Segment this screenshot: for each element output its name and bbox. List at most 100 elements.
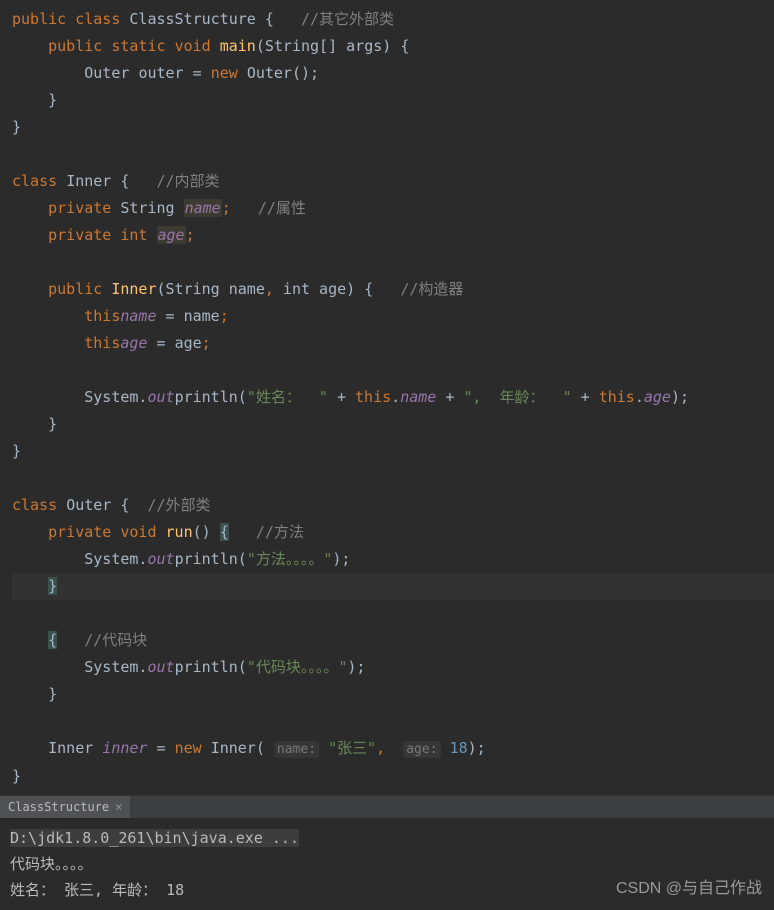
keyword: new — [175, 739, 202, 757]
class-name: Inner — [66, 172, 111, 190]
operator: = — [157, 334, 166, 352]
string: "姓名： " — [247, 388, 328, 406]
method: println — [175, 550, 238, 568]
variable: name — [184, 307, 220, 325]
operator: + — [436, 388, 463, 406]
keyword: class — [75, 10, 120, 28]
tab-label: ClassStructure — [8, 800, 109, 814]
brace: } — [48, 577, 57, 595]
field: name — [184, 199, 222, 217]
run-tab-bar: ClassStructure × — [0, 795, 774, 819]
comment: //方法 — [256, 523, 304, 541]
operator: = — [193, 64, 202, 82]
keyword: class — [12, 172, 57, 190]
keyword: this — [355, 388, 391, 406]
signature: int age) { — [274, 280, 373, 298]
brace: } — [12, 442, 21, 460]
comment: //代码块 — [84, 631, 147, 649]
keyword: this — [84, 307, 120, 325]
variable: age — [175, 334, 202, 352]
class-ref: System. — [84, 550, 147, 568]
keyword: class — [12, 496, 57, 514]
brace: } — [12, 767, 21, 785]
method: run — [166, 523, 193, 541]
comment: //其它外部类 — [301, 10, 394, 28]
comment: //内部类 — [157, 172, 220, 190]
string: "方法。。。。" — [247, 550, 333, 568]
brace: } — [12, 118, 21, 136]
operator: + — [328, 388, 355, 406]
code-content[interactable]: public class ClassStructure { //其它外部类 pu… — [2, 6, 774, 790]
field: inner — [102, 739, 147, 757]
comment: //构造器 — [400, 280, 463, 298]
signature: () — [193, 523, 211, 541]
keyword: private — [48, 226, 111, 244]
string: ", 年龄： " — [463, 388, 571, 406]
brace: { — [120, 496, 129, 514]
signature: (String name — [157, 280, 265, 298]
brace: { — [265, 10, 274, 28]
run-tab[interactable]: ClassStructure × — [0, 796, 130, 818]
static-field: out — [147, 658, 174, 676]
keyword: private — [48, 199, 111, 217]
operator: + — [572, 388, 599, 406]
comma: , — [376, 739, 385, 757]
dot: . — [635, 388, 644, 406]
class-ref: System. — [84, 388, 147, 406]
ctor-call: Outer(); — [247, 64, 319, 82]
keyword: public — [48, 37, 102, 55]
type: String — [120, 199, 174, 217]
brace: { — [120, 172, 129, 190]
comment: //属性 — [258, 199, 306, 217]
type: int — [120, 226, 147, 244]
keyword: this — [599, 388, 635, 406]
field: age — [157, 226, 186, 244]
string: "张三" — [328, 739, 376, 757]
keyword: public — [12, 10, 66, 28]
comma: , — [265, 280, 274, 298]
brace: } — [48, 415, 57, 433]
static-field: out — [147, 550, 174, 568]
ctor-call: Inner( — [211, 739, 265, 757]
watermark-text: CSDN @与自己作战 — [616, 874, 762, 898]
operator: = — [166, 307, 175, 325]
method-name: main — [220, 37, 256, 55]
ctor: Inner — [111, 280, 156, 298]
paren: ); — [468, 739, 486, 757]
class-ref: System. — [84, 658, 147, 676]
code-editor[interactable]: public class ClassStructure { //其它外部类 pu… — [0, 0, 774, 795]
paren: ( — [238, 388, 247, 406]
paren: ( — [238, 550, 247, 568]
keyword: void — [120, 523, 156, 541]
string: "代码块。。。。" — [247, 658, 348, 676]
field: name — [400, 388, 436, 406]
comment: //外部类 — [147, 496, 210, 514]
number: 18 — [450, 739, 468, 757]
param-hint: name: — [274, 741, 319, 758]
keyword: void — [175, 37, 211, 55]
static-field: out — [147, 388, 174, 406]
semi: ; — [222, 199, 231, 217]
console-command: D:\jdk1.8.0_261\bin\java.exe ... — [10, 829, 299, 847]
method: println — [175, 658, 238, 676]
brace: { — [220, 523, 229, 541]
semi: ; — [220, 307, 229, 325]
close-icon[interactable]: × — [115, 800, 122, 814]
keyword: this — [84, 334, 120, 352]
param-hint: age: — [403, 741, 440, 758]
method: println — [175, 388, 238, 406]
paren: ( — [238, 658, 247, 676]
paren: ); — [347, 658, 365, 676]
keyword: public — [48, 280, 102, 298]
semi: ; — [186, 226, 195, 244]
class-name: ClassStructure — [129, 10, 255, 28]
semi: ; — [202, 334, 211, 352]
field: name — [120, 307, 156, 325]
field: age — [644, 388, 671, 406]
keyword: private — [48, 523, 111, 541]
dot: . — [391, 388, 400, 406]
paren: ); — [332, 550, 350, 568]
brace: } — [48, 91, 57, 109]
paren: ); — [671, 388, 689, 406]
signature: (String[] args) { — [256, 37, 410, 55]
